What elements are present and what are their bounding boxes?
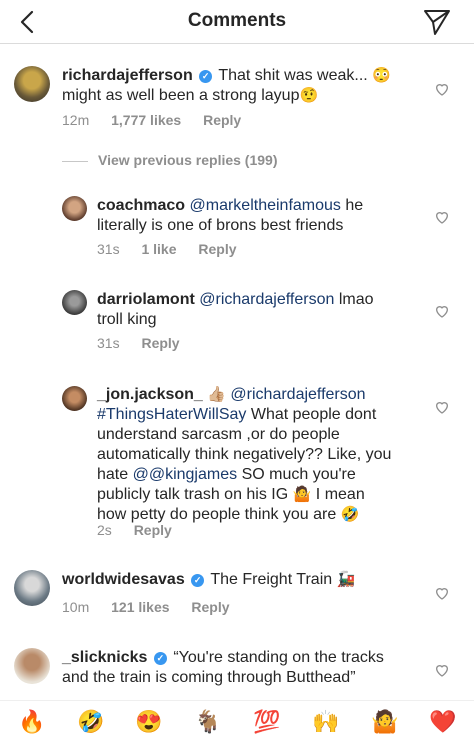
- view-previous-replies[interactable]: View previous replies (199): [62, 152, 362, 172]
- flushed-emoji-icon: 😳: [372, 67, 391, 84]
- verified-badge-icon: ✓: [199, 70, 213, 83]
- reply-button[interactable]: Reply: [134, 522, 172, 538]
- comment-meta: 12m 1,777 likes Reply: [62, 112, 259, 128]
- comment-text: That shit was weak...: [218, 67, 368, 84]
- thumbs-up-emoji-icon: 👍🏼: [207, 386, 226, 403]
- divider: [62, 161, 88, 162]
- comment-text: lmao: [338, 291, 374, 308]
- shrug-emoji-icon: 🤷: [292, 486, 312, 503]
- rofl-emoji-icon[interactable]: 🤣: [76, 707, 106, 737]
- reply-button[interactable]: Reply: [191, 599, 229, 615]
- comment-time: 31s: [97, 241, 120, 257]
- avatar[interactable]: [62, 196, 87, 221]
- comment-meta: 31s Reply: [97, 335, 198, 351]
- comment-time: 12m: [62, 112, 90, 128]
- hashtag-link[interactable]: #ThingsHaterWillSay: [97, 406, 246, 423]
- avatar[interactable]: [14, 570, 50, 606]
- comment-text: automatically think negatively?? Like, y…: [97, 446, 392, 463]
- comment-text: he: [345, 197, 364, 214]
- comment-item: _slicknicks ✓ “You're standing on the tr…: [0, 644, 474, 700]
- comment-text: how petty do people think you are: [97, 506, 337, 523]
- likes-count[interactable]: 121 likes: [111, 599, 169, 615]
- reply-button[interactable]: Reply: [203, 112, 241, 128]
- mention-link[interactable]: @markeltheinfamous: [190, 197, 341, 214]
- comment-username[interactable]: darriolamont: [97, 291, 195, 308]
- reply-item: _jon.jackson_ 👍🏼 @richardajefferson #Thi…: [0, 380, 474, 545]
- like-heart-icon[interactable]: [434, 662, 450, 678]
- fire-emoji-icon[interactable]: 🔥: [17, 707, 47, 737]
- comment-time: 31s: [97, 335, 120, 351]
- comment-username[interactable]: richardajefferson: [62, 67, 193, 84]
- comment-username[interactable]: _jon.jackson_: [97, 386, 203, 403]
- mention-link[interactable]: @richardajefferson: [199, 291, 334, 308]
- reply-button[interactable]: Reply: [141, 335, 179, 351]
- comment-text: hate: [97, 466, 129, 483]
- comment-username[interactable]: worldwidesavas: [62, 571, 185, 588]
- shrug-emoji-icon[interactable]: 🤷: [370, 707, 400, 737]
- comment-text: might as well been a strong layup: [62, 87, 300, 104]
- comment-meta: 2s Reply: [97, 522, 190, 538]
- avatar[interactable]: [14, 66, 50, 102]
- rofl-emoji-icon: 🤣: [340, 506, 360, 523]
- comment-text: troll king: [97, 311, 157, 328]
- reply-button[interactable]: Reply: [198, 241, 236, 257]
- reply-item: darriolamont @richardajefferson lmao tro…: [0, 284, 474, 354]
- comment-meta: 31s 1 like Reply: [97, 241, 255, 257]
- train-emoji-icon: 🚂: [336, 571, 356, 588]
- comment-username[interactable]: _slicknicks: [62, 649, 147, 666]
- avatar[interactable]: [62, 386, 87, 411]
- avatar[interactable]: [14, 648, 50, 684]
- comment-text: I mean: [315, 486, 365, 503]
- comment-main: richardajefferson ✓ That shit was weak..…: [0, 60, 474, 140]
- mention-link[interactable]: @@kingjames: [133, 466, 238, 483]
- likes-count[interactable]: 1,777 likes: [111, 112, 181, 128]
- send-icon[interactable]: [422, 7, 452, 37]
- comment-time: 10m: [62, 599, 90, 615]
- like-heart-icon[interactable]: [434, 209, 450, 225]
- raised-hands-emoji-icon[interactable]: 🙌: [311, 707, 341, 737]
- likes-count[interactable]: 1 like: [141, 241, 176, 257]
- emoji-quick-bar: 🔥 🤣 😍 🐐 💯 🙌 🤷 ❤️: [0, 700, 474, 751]
- raised-eyebrow-emoji-icon: 🤨: [299, 87, 319, 104]
- reply-item: coachmaco @markeltheinfamous he literall…: [0, 190, 474, 260]
- comment-username[interactable]: coachmaco: [97, 197, 185, 214]
- comment-text: literally is one of brons best friends: [97, 217, 344, 234]
- like-heart-icon[interactable]: [434, 81, 450, 97]
- red-heart-emoji-icon[interactable]: ❤️: [428, 707, 458, 737]
- comment-time: 2s: [97, 522, 112, 538]
- comment-text: understand sarcasm ,or do people: [97, 426, 340, 443]
- comment-meta: 10m 121 likes Reply: [62, 599, 248, 615]
- like-heart-icon[interactable]: [434, 399, 450, 415]
- comment-text: What people dont: [250, 406, 377, 423]
- comment-text: SO much you're: [241, 466, 356, 483]
- comment-text: “You're standing on the tracks: [173, 649, 384, 666]
- comment-text: The Freight Train: [210, 571, 333, 588]
- heart-eyes-emoji-icon[interactable]: 😍: [134, 707, 164, 737]
- hundred-emoji-icon[interactable]: 💯: [252, 707, 282, 737]
- mention-link[interactable]: @richardajefferson: [230, 386, 365, 403]
- comment-text: and the train is coming through Butthead…: [62, 669, 356, 686]
- like-heart-icon[interactable]: [434, 303, 450, 319]
- header: Comments: [0, 0, 474, 44]
- like-heart-icon[interactable]: [434, 585, 450, 601]
- avatar[interactable]: [62, 290, 87, 315]
- goat-emoji-icon[interactable]: 🐐: [193, 707, 223, 737]
- comment-text: publicly talk trash on his IG: [97, 486, 289, 503]
- verified-badge-icon: ✓: [191, 574, 205, 587]
- comment-item: worldwidesavas ✓ The Freight Train 🚂 10m…: [0, 566, 474, 626]
- page-title: Comments: [187, 10, 287, 31]
- verified-badge-icon: ✓: [153, 652, 167, 665]
